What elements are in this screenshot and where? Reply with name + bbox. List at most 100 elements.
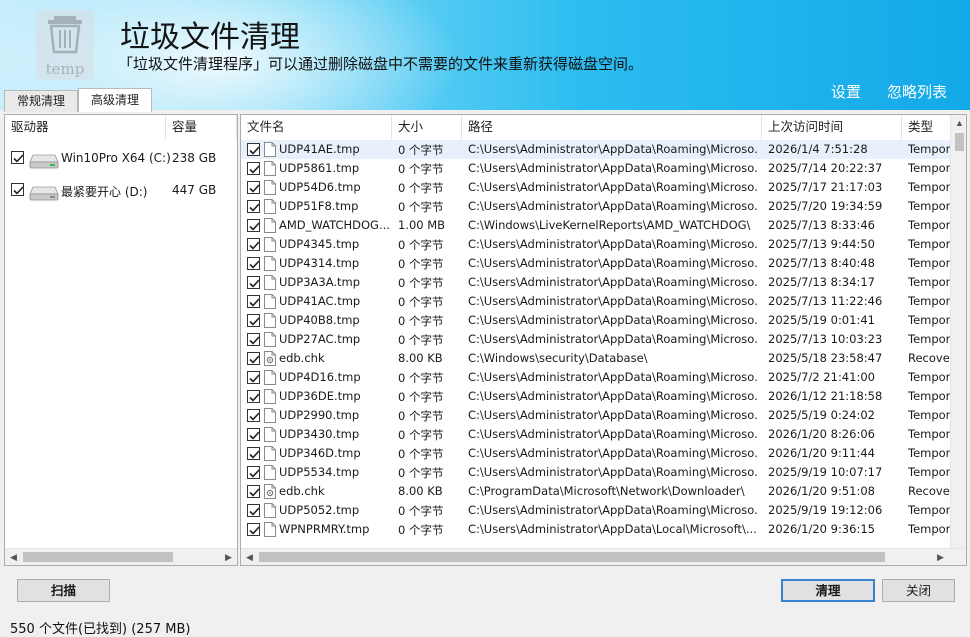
file-row[interactable]: UDP51F8.tmp 0 个字节 C:\Users\Administrator\A… <box>241 197 953 216</box>
file-name: WPNPRMRY.tmp <box>279 522 370 536</box>
check-icon <box>249 336 260 345</box>
file-checkbox[interactable] <box>247 371 260 384</box>
file-row[interactable]: UDP5052.tmp 0 个字节 C:\Users\Administrator\A… <box>241 501 953 520</box>
drive-checkbox[interactable] <box>11 151 24 164</box>
file-row[interactable]: UDP41AE.tmp 0 个字节 C:\Users\Administrator\A… <box>241 140 953 159</box>
drive-name: Win10Pro X64 (C:) <box>61 151 171 165</box>
file-row[interactable]: edb.chk 8.00 KB C:\ProgramData\Microsoft\N… <box>241 482 953 501</box>
file-checkbox[interactable] <box>247 238 260 251</box>
type-column-header[interactable]: 类型 <box>902 115 952 139</box>
tab-advanced-clean[interactable]: 高级清理 <box>78 88 153 112</box>
file-checkbox[interactable] <box>247 143 260 156</box>
file-row[interactable]: UDP27AC.tmp 0 个字节 C:\Users\Administrator\A… <box>241 330 953 349</box>
clean-button[interactable]: 清理 <box>781 579 875 602</box>
hard-drive-icon <box>29 154 59 169</box>
file-checkbox[interactable] <box>247 333 260 346</box>
file-checkbox[interactable] <box>247 162 260 175</box>
path-column-header[interactable]: 路径 <box>462 115 762 139</box>
check-icon <box>249 241 260 250</box>
file-path: C:\Users\Administrator\AppData\Roaming\M… <box>468 256 758 270</box>
file-checkbox[interactable] <box>247 352 260 365</box>
file-checkbox[interactable] <box>247 219 260 232</box>
last-access-column-header[interactable]: 上次访问时间 <box>762 115 902 139</box>
check-icon <box>249 374 260 383</box>
file-row[interactable]: UDP4345.tmp 0 个字节 C:\Users\Administrator\A… <box>241 235 953 254</box>
system-file-icon <box>264 351 276 366</box>
file-last-access: 2026/1/20 9:51:08 <box>768 484 875 498</box>
scroll-thumb[interactable] <box>955 133 964 151</box>
file-checkbox[interactable] <box>247 390 260 403</box>
file-icon <box>264 142 276 157</box>
check-icon <box>249 165 260 174</box>
file-row[interactable]: UDP4D16.tmp 0 个字节 C:\Users\Administrator\A… <box>241 368 953 387</box>
check-icon <box>249 222 260 231</box>
file-checkbox[interactable] <box>247 314 260 327</box>
file-checkbox[interactable] <box>247 466 260 479</box>
drive-horizontal-scrollbar[interactable]: ◀ ▶ <box>5 548 237 565</box>
scroll-left-icon[interactable]: ◀ <box>241 549 258 565</box>
file-row[interactable]: UDP3A3A.tmp 0 个字节 C:\Users\Administrator\A… <box>241 273 953 292</box>
drive-checkbox[interactable] <box>11 183 24 196</box>
file-row[interactable]: UDP41AC.tmp 0 个字节 C:\Users\Administrator\A… <box>241 292 953 311</box>
file-row[interactable]: AMD_WATCHDOG... 1.00 MB C:\Windows\LiveKer… <box>241 216 953 235</box>
file-icon <box>264 256 276 271</box>
file-row[interactable]: UDP40B8.tmp 0 个字节 C:\Users\Administrator\A… <box>241 311 953 330</box>
file-size: 0 个字节 <box>398 295 444 309</box>
file-horizontal-scrollbar[interactable]: ◀ ▶ <box>241 548 966 565</box>
scroll-right-icon[interactable]: ▶ <box>220 549 237 565</box>
file-checkbox[interactable] <box>247 200 260 213</box>
file-row[interactable]: UDP36DE.tmp 0 个字节 C:\Users\Administrator\A… <box>241 387 953 406</box>
file-size: 0 个字节 <box>398 371 444 385</box>
file-row[interactable]: UDP54D6.tmp 0 个字节 C:\Users\Administrator\A… <box>241 178 953 197</box>
file-row[interactable]: UDP5534.tmp 0 个字节 C:\Users\Administrator\A… <box>241 463 953 482</box>
ignore-list-link[interactable]: 忽略列表 <box>887 81 947 102</box>
file-icon <box>264 180 276 195</box>
file-checkbox[interactable] <box>247 428 260 441</box>
file-size: 0 个字节 <box>398 143 444 157</box>
file-last-access: 2025/9/19 10:07:17 <box>768 465 883 479</box>
file-row[interactable]: UDP346D.tmp 0 个字节 C:\Users\Administrator\A… <box>241 444 953 463</box>
file-checkbox[interactable] <box>247 523 260 536</box>
file-checkbox[interactable] <box>247 485 260 498</box>
file-row[interactable]: UDP4314.tmp 0 个字节 C:\Users\Administrator\A… <box>241 254 953 273</box>
settings-link[interactable]: 设置 <box>831 81 861 102</box>
file-checkbox[interactable] <box>247 257 260 270</box>
file-checkbox[interactable] <box>247 276 260 289</box>
file-name: UDP51F8.tmp <box>279 199 359 213</box>
scroll-left-icon[interactable]: ◀ <box>5 549 22 565</box>
file-checkbox[interactable] <box>247 181 260 194</box>
size-column-header[interactable]: 大小 <box>392 115 462 139</box>
file-icon <box>264 294 276 309</box>
file-row[interactable]: edb.chk 8.00 KB C:\Windows\security\Databa… <box>241 349 953 368</box>
scroll-right-icon[interactable]: ▶ <box>932 549 949 565</box>
drive-column-header[interactable]: 驱动器 <box>5 115 166 139</box>
file-type: Tempor <box>908 218 950 232</box>
scan-button[interactable]: 扫描 <box>17 579 110 602</box>
drive-row[interactable]: Win10Pro X64 (C:) 238 GB <box>5 143 237 173</box>
tab-normal-clean[interactable]: 常规清理 <box>4 90 79 112</box>
close-button[interactable]: 关闭 <box>882 579 955 602</box>
drive-row[interactable]: 最紧要开心 (D:) 447 GB <box>5 176 237 206</box>
file-last-access: 2025/7/13 11:22:46 <box>768 294 883 308</box>
file-type: Tempor <box>908 427 950 441</box>
file-row[interactable]: UDP5861.tmp 0 个字节 C:\Users\Administrator\A… <box>241 159 953 178</box>
file-size: 0 个字节 <box>398 409 444 423</box>
file-row[interactable]: WPNPRMRY.tmp 0 个字节 C:\Users\Administrator\… <box>241 520 953 539</box>
file-vertical-scrollbar[interactable]: ▲ <box>950 115 966 548</box>
file-row[interactable]: UDP2990.tmp 0 个字节 C:\Users\Administrator\A… <box>241 406 953 425</box>
file-checkbox[interactable] <box>247 295 260 308</box>
check-icon <box>249 355 260 364</box>
file-icon <box>264 446 276 461</box>
file-path: C:\Users\Administrator\AppData\Roaming\M… <box>468 142 758 156</box>
scroll-up-icon[interactable]: ▲ <box>951 115 966 132</box>
file-checkbox[interactable] <box>247 447 260 460</box>
file-checkbox[interactable] <box>247 504 260 517</box>
scroll-thumb[interactable] <box>23 552 173 562</box>
file-type: Tempor <box>908 332 950 346</box>
scroll-thumb[interactable] <box>259 552 885 562</box>
file-checkbox[interactable] <box>247 409 260 422</box>
capacity-column-header[interactable]: 容量 <box>166 115 237 139</box>
file-row[interactable]: UDP3430.tmp 0 个字节 C:\Users\Administrator\A… <box>241 425 953 444</box>
file-type: Tempor <box>908 446 950 460</box>
filename-column-header[interactable]: 文件名 <box>241 115 392 139</box>
